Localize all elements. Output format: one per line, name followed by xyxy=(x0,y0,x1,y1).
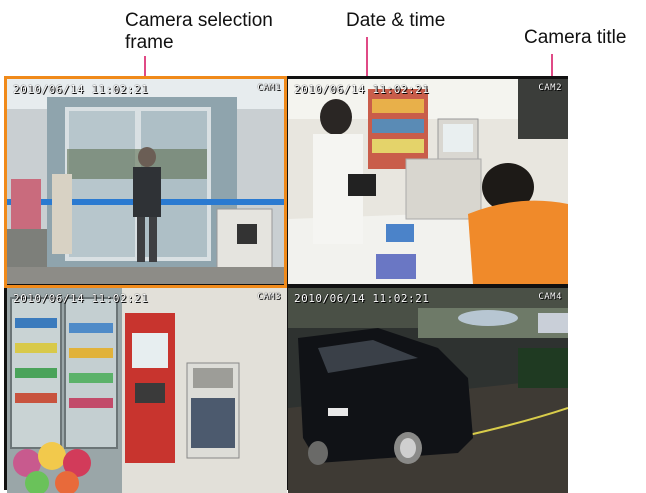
camera-4-scene xyxy=(288,288,568,493)
camera-view-2[interactable]: 2010/06/14 11:02:21 CAM2 xyxy=(288,79,568,284)
camera-2-scene xyxy=(288,79,568,284)
camera-3-scene xyxy=(7,288,287,493)
camera-3-title: CAM3 xyxy=(257,292,281,302)
callout-camera-title: Camera title xyxy=(524,27,627,48)
callout-camera-selection-frame: Camera selection frame xyxy=(125,10,273,53)
camera-4-title: CAM4 xyxy=(538,292,562,302)
camera-view-4[interactable]: 2010/06/14 11:02:21 CAM4 xyxy=(288,288,568,493)
camera-3-timestamp: 2010/06/14 11:02:21 xyxy=(13,292,149,305)
leader-line-selection-frame xyxy=(144,56,146,78)
camera-selection-frame xyxy=(4,76,287,288)
camera-2-title: CAM2 xyxy=(538,83,562,93)
callout-date-time: Date & time xyxy=(346,10,446,31)
camera-view-3[interactable]: 2010/06/14 11:02:21 CAM3 xyxy=(7,288,287,493)
camera-2-timestamp: 2010/06/14 11:02:21 xyxy=(294,83,430,96)
camera-4-timestamp: 2010/06/14 11:02:21 xyxy=(294,292,430,305)
